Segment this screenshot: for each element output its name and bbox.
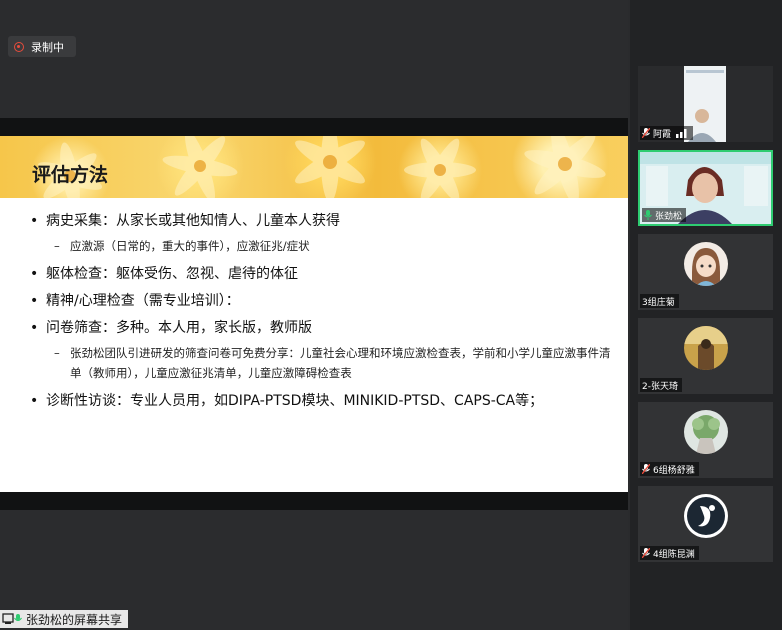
slide-header-banner: 评估方法 xyxy=(0,136,628,198)
screen-share-name: 张劲松的屏幕共享 xyxy=(26,612,123,627)
bullet-item: 诊断性访谈：专业人员用，如DIPA-PTSD模块、MINIKID-PTSD、CA… xyxy=(30,392,620,410)
bullet-item: 躯体检查：躯体受伤、忽视、虐待的体征 xyxy=(30,265,620,283)
participant-avatar xyxy=(684,410,728,454)
participant-tile[interactable]: 阿霞 xyxy=(638,66,773,142)
participant-name: 阿霞 xyxy=(653,129,672,140)
bullet-item: 精神/心理检查（需专业培训）： xyxy=(30,292,620,310)
mic-muted-icon xyxy=(642,548,650,558)
participant-tile[interactable]: 6组杨舒雅 xyxy=(638,402,773,478)
recording-indicator[interactable]: 录制中 xyxy=(8,36,76,57)
slide-title: 评估方法 xyxy=(32,164,109,186)
recording-label: 录制中 xyxy=(31,40,64,54)
sub-bullet-item: – 应激源（日常的，重大的事件），应激征兆/症状 xyxy=(30,236,620,256)
shared-screen-area: 录制中 评估方法 • 病史采集：从家长或其他知情人、儿童本人获得 – 应激源（日… xyxy=(0,0,628,630)
participant-name-tag: 阿霞 xyxy=(640,126,694,140)
mic-muted-icon xyxy=(642,128,650,138)
signal-bars-icon xyxy=(676,128,687,138)
sub-bullet-item: – 张劲松团队引进研发的筛查问卷可免费分享：儿童社会心理和环境应激检查表，学前和… xyxy=(30,343,620,383)
participant-name: 3组庄菊 xyxy=(642,297,675,308)
dash-marker: – xyxy=(54,346,60,360)
participant-name-tag: 2-张天琦 xyxy=(640,378,682,392)
participant-name: 6组杨舒雅 xyxy=(653,465,695,476)
participant-tile[interactable]: 3组庄菊 xyxy=(638,234,773,310)
participant-avatar xyxy=(684,494,728,538)
screen-share-icon xyxy=(2,613,22,624)
slide-bullet-list: 病史采集：从家长或其他知情人、儿童本人获得 – 应激源（日常的，重大的事件），应… xyxy=(30,212,620,419)
mic-muted-icon xyxy=(642,464,650,474)
participant-tile-active-speaker[interactable]: 张劲松 xyxy=(638,150,773,226)
presentation-slide: 评估方法 病史采集：从家长或其他知情人、儿童本人获得 – 应激源（日常的，重大的… xyxy=(0,136,628,492)
participant-name: 2-张天琦 xyxy=(642,381,678,392)
participant-name-tag: 4组陈昆渊 xyxy=(640,546,699,560)
participant-avatar xyxy=(684,242,728,286)
participant-tile[interactable]: 2-张天琦 xyxy=(638,318,773,394)
record-icon xyxy=(14,41,24,52)
participant-tile[interactable]: 4组陈昆渊 xyxy=(638,486,773,562)
sub-bullet-text: 应激源（日常的，重大的事件），应激征兆/症状 xyxy=(70,239,310,253)
participant-name: 张劲松 xyxy=(655,211,683,222)
bullet-item: 问卷筛查：多种。本人用，家长版，教师版 xyxy=(30,319,620,337)
mic-active-icon xyxy=(644,210,652,220)
slide-top-band xyxy=(0,118,628,136)
screen-share-label[interactable]: 张劲松的屏幕共享 xyxy=(0,610,129,628)
dash-marker: – xyxy=(54,239,60,253)
slide-bottom-band xyxy=(0,492,628,510)
sub-bullet-text: 张劲松团队引进研发的筛查问卷可免费分享：儿童社会心理和环境应激检查表，学前和小学… xyxy=(70,346,611,380)
participant-name-tag: 张劲松 xyxy=(642,208,687,222)
participant-avatar xyxy=(684,326,728,370)
participant-name-tag: 3组庄菊 xyxy=(640,294,679,308)
participant-name-tag: 6组杨舒雅 xyxy=(640,462,699,476)
participant-name: 4组陈昆渊 xyxy=(653,549,695,560)
bullet-item: 病史采集：从家长或其他知情人、儿童本人获得 xyxy=(30,212,620,230)
